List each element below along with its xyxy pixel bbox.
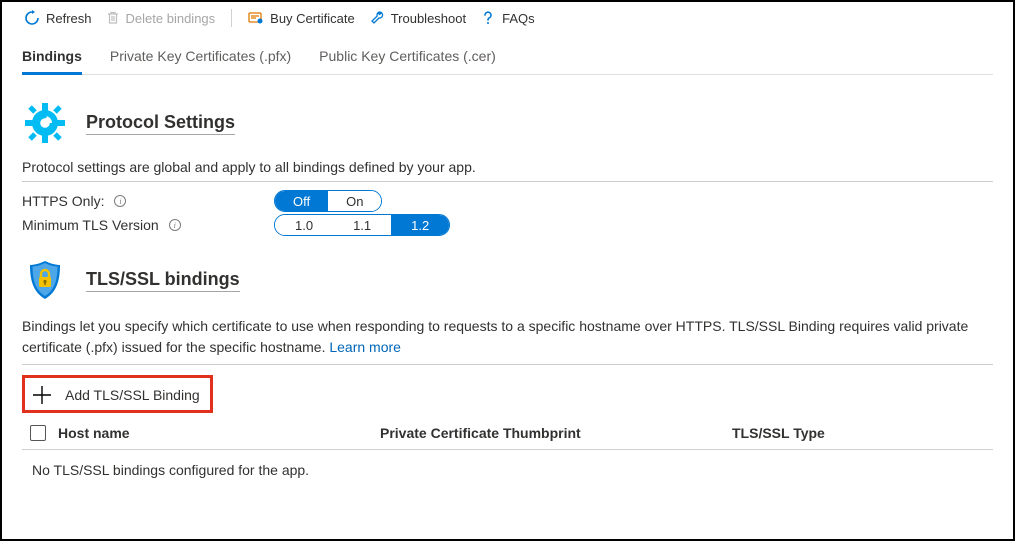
empty-state-text: No TLS/SSL bindings configured for the a…: [22, 450, 993, 490]
info-icon[interactable]: i: [169, 219, 181, 231]
refresh-button[interactable]: Refresh: [20, 8, 96, 28]
tab-private-certs[interactable]: Private Key Certificates (.pfx): [110, 48, 291, 74]
bindings-header: TLS/SSL bindings: [22, 258, 993, 302]
command-bar: Refresh Delete bindings Buy Certificate …: [2, 2, 1013, 34]
bindings-title: TLS/SSL bindings: [86, 269, 240, 292]
troubleshoot-button[interactable]: Troubleshoot: [365, 8, 470, 28]
protocol-settings-desc: Protocol settings are global and apply t…: [22, 159, 993, 182]
tls-version-toggle[interactable]: 1.0 1.1 1.2: [274, 214, 450, 236]
shield-lock-icon: [22, 258, 68, 302]
question-icon: [480, 10, 496, 26]
protocol-settings-header: Protocol Settings: [22, 101, 993, 145]
info-icon[interactable]: i: [114, 195, 126, 207]
gear-icon: [22, 101, 68, 145]
col-tls-type[interactable]: TLS/SSL Type: [732, 425, 991, 441]
add-binding-label: Add TLS/SSL Binding: [65, 387, 200, 403]
faqs-label: FAQs: [502, 11, 535, 26]
tls-11-option[interactable]: 1.1: [333, 215, 391, 235]
buy-label: Buy Certificate: [270, 11, 355, 26]
troubleshoot-label: Troubleshoot: [391, 11, 466, 26]
col-thumbprint[interactable]: Private Certificate Thumbprint: [380, 425, 720, 441]
certificate-icon: [248, 10, 264, 26]
min-tls-label: Minimum TLS Version: [22, 217, 159, 233]
https-only-label: HTTPS Only:: [22, 193, 104, 209]
protocol-settings-title: Protocol Settings: [86, 112, 235, 135]
refresh-icon: [24, 10, 40, 26]
learn-more-link[interactable]: Learn more: [329, 339, 401, 355]
delete-bindings-button: Delete bindings: [102, 9, 220, 28]
tls-12-option[interactable]: 1.2: [391, 215, 449, 235]
tls-settings-panel: Refresh Delete bindings Buy Certificate …: [0, 0, 1015, 541]
trash-icon: [106, 11, 120, 25]
faqs-button[interactable]: FAQs: [476, 8, 539, 28]
refresh-label: Refresh: [46, 11, 92, 26]
https-only-toggle[interactable]: Off On: [274, 190, 382, 212]
tab-bar: Bindings Private Key Certificates (.pfx)…: [22, 48, 993, 75]
tab-public-certs[interactable]: Public Key Certificates (.cer): [319, 48, 496, 74]
add-tls-binding-button[interactable]: Add TLS/SSL Binding: [22, 375, 213, 413]
tls-10-option[interactable]: 1.0: [275, 215, 333, 235]
wrench-icon: [369, 10, 385, 26]
buy-certificate-button[interactable]: Buy Certificate: [244, 8, 359, 28]
bindings-table-header: Host name Private Certificate Thumbprint…: [22, 419, 993, 450]
https-on-option[interactable]: On: [328, 191, 381, 211]
bindings-desc: Bindings let you specify which certifica…: [22, 316, 993, 365]
https-off-option[interactable]: Off: [275, 191, 328, 211]
separator: [231, 9, 232, 27]
select-all-checkbox[interactable]: [30, 425, 46, 441]
col-host-name[interactable]: Host name: [58, 425, 368, 441]
tab-bindings[interactable]: Bindings: [22, 48, 82, 74]
plus-icon: [31, 384, 53, 406]
delete-label: Delete bindings: [126, 11, 216, 26]
